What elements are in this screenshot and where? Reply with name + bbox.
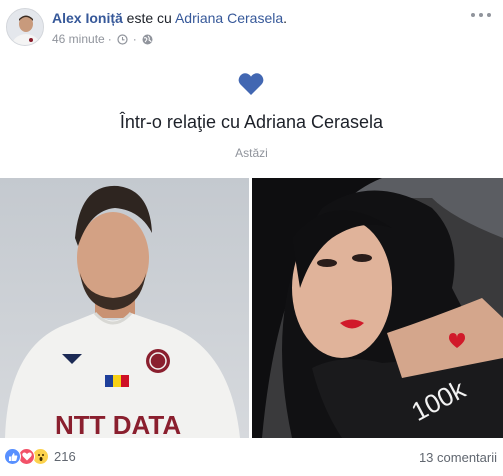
meta-separator: · xyxy=(107,32,112,46)
life-event: Într-o relaţie cu Adriana Cerasela Astăz… xyxy=(0,60,503,178)
more-dot xyxy=(471,13,475,17)
heart-icon xyxy=(238,73,264,95)
header-period: . xyxy=(283,10,288,26)
life-event-title: Într-o relaţie cu Adriana Cerasela xyxy=(119,112,384,132)
globe-icon[interactable] xyxy=(142,34,153,45)
reaction-count: 216 xyxy=(54,449,76,464)
post-header-line: Alex Ioniță este cu Adriana Cerasela. xyxy=(52,10,287,26)
with-text: este cu xyxy=(122,10,175,26)
author-name-link[interactable]: Alex Ioniță xyxy=(52,10,123,26)
post-header: Alex Ioniță este cu Adriana Cerasela. 46… xyxy=(0,0,503,60)
author-avatar[interactable] xyxy=(6,8,44,46)
more-dot xyxy=(487,13,491,17)
photo-grid: NTT DATA 100k xyxy=(0,178,503,438)
reactions-summary[interactable]: 216 xyxy=(4,448,76,465)
meta-separator-2: · xyxy=(132,32,137,46)
svg-text:NTT DATA: NTT DATA xyxy=(55,410,181,438)
photo-man[interactable]: NTT DATA xyxy=(0,178,249,438)
like-icon xyxy=(4,448,21,465)
tagged-person-link[interactable]: Adriana Cerasela xyxy=(175,10,283,26)
post-footer: 216 13 comentarii xyxy=(0,442,503,472)
post-meta: 46 minute · · xyxy=(52,32,155,46)
photo-woman[interactable]: 100k xyxy=(252,178,503,438)
comments-count-link[interactable]: 13 comentarii xyxy=(419,450,497,465)
clock-icon xyxy=(117,33,128,45)
more-options-icon[interactable] xyxy=(471,8,491,22)
timestamp-link[interactable]: 46 minute xyxy=(52,32,105,46)
more-dot xyxy=(479,13,483,17)
life-event-date: Astăzi xyxy=(235,146,268,160)
